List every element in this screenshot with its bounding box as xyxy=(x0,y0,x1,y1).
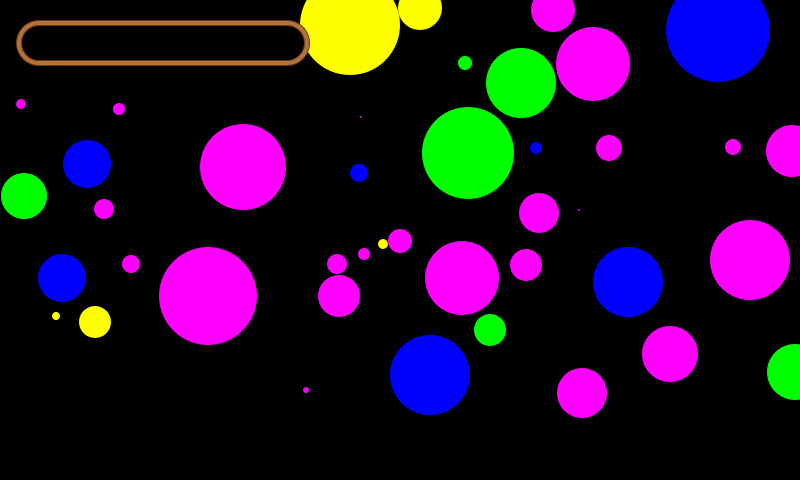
magenta-bubble[interactable] xyxy=(159,247,257,345)
magenta-bubble[interactable] xyxy=(556,27,630,101)
magenta-bubble[interactable] xyxy=(200,124,286,210)
magenta-bubble[interactable] xyxy=(725,139,741,155)
game-canvas[interactable] xyxy=(0,0,800,480)
yellow-bubble[interactable] xyxy=(300,0,400,75)
magenta-bubble[interactable] xyxy=(710,220,790,300)
blue-bubble[interactable] xyxy=(350,164,368,182)
magenta-bubble[interactable] xyxy=(578,209,580,211)
magenta-bubble[interactable] xyxy=(642,326,698,382)
magenta-bubble[interactable] xyxy=(360,116,362,118)
green-bubble[interactable] xyxy=(486,48,556,118)
magenta-bubble[interactable] xyxy=(303,387,309,393)
green-bubble[interactable] xyxy=(767,344,800,400)
magenta-bubble[interactable] xyxy=(388,229,412,253)
magenta-bubble[interactable] xyxy=(113,103,125,115)
magenta-bubble[interactable] xyxy=(557,368,607,418)
progress-bar xyxy=(17,21,309,65)
yellow-bubble[interactable] xyxy=(378,239,388,249)
yellow-bubble[interactable] xyxy=(79,306,111,338)
magenta-bubble[interactable] xyxy=(318,275,360,317)
magenta-bubble[interactable] xyxy=(94,199,114,219)
green-bubble[interactable] xyxy=(458,56,472,70)
magenta-bubble[interactable] xyxy=(766,125,800,177)
magenta-bubble[interactable] xyxy=(519,193,559,233)
magenta-bubble[interactable] xyxy=(596,135,622,161)
yellow-bubble[interactable] xyxy=(398,0,442,30)
green-bubble[interactable] xyxy=(422,107,514,199)
magenta-bubble[interactable] xyxy=(358,248,370,260)
magenta-bubble[interactable] xyxy=(122,255,140,273)
magenta-bubble[interactable] xyxy=(16,99,26,109)
blue-bubble[interactable] xyxy=(390,335,470,415)
magenta-bubble[interactable] xyxy=(531,0,575,32)
magenta-bubble[interactable] xyxy=(510,249,542,281)
blue-bubble[interactable] xyxy=(530,142,542,154)
blue-bubble[interactable] xyxy=(593,247,663,317)
blue-bubble[interactable] xyxy=(38,254,86,302)
magenta-bubble[interactable] xyxy=(327,254,347,274)
yellow-bubble[interactable] xyxy=(52,312,60,320)
green-bubble[interactable] xyxy=(1,173,47,219)
blue-bubble[interactable] xyxy=(666,0,770,82)
blue-bubble[interactable] xyxy=(63,140,111,188)
magenta-bubble[interactable] xyxy=(425,241,499,315)
green-bubble[interactable] xyxy=(474,314,506,346)
